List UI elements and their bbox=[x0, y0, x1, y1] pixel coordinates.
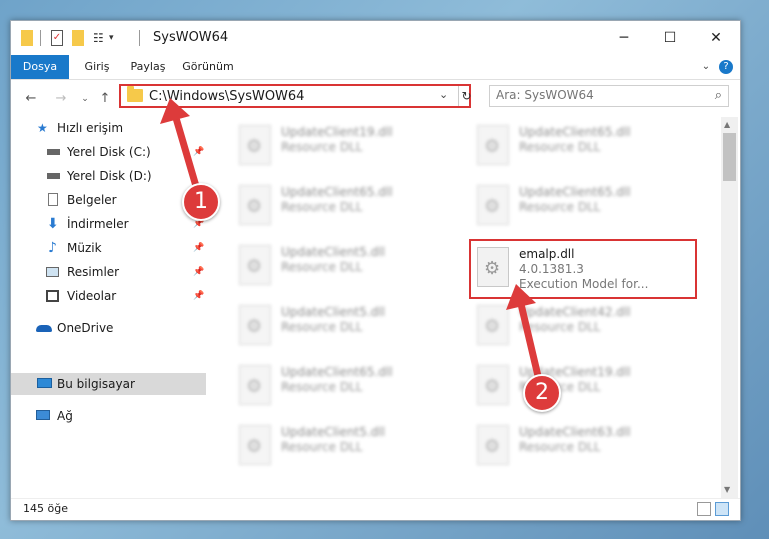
arrow-2 bbox=[506, 284, 542, 380]
step-2-badge: 2 bbox=[523, 374, 561, 412]
step-1-badge: 1 bbox=[182, 183, 220, 221]
arrow-1 bbox=[160, 98, 202, 197]
annotation-arrows bbox=[160, 98, 542, 380]
